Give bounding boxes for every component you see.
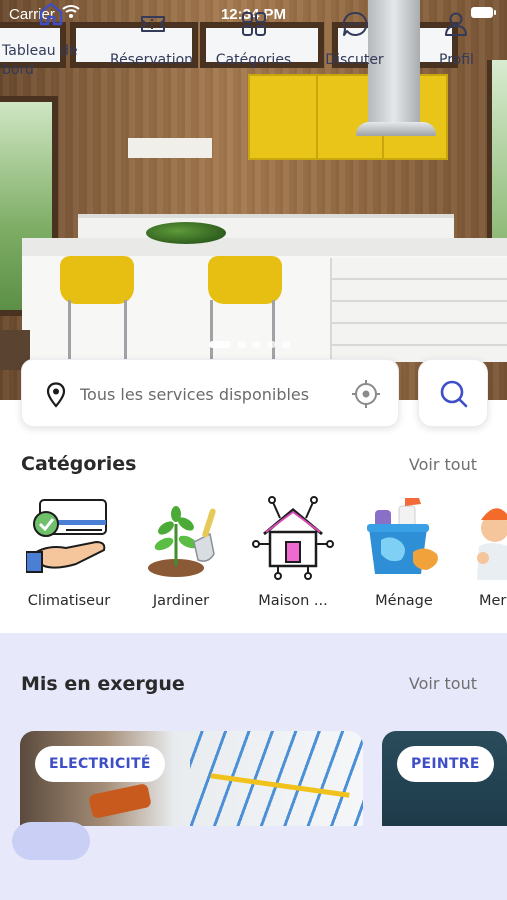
search-icon	[440, 380, 468, 408]
category-label: Climatiseur	[27, 593, 111, 609]
nav-categories[interactable]: Catégories	[203, 0, 304, 74]
stool-leg	[272, 300, 275, 360]
wall-shelf	[128, 138, 212, 158]
carousel-dot[interactable]	[252, 341, 261, 348]
gardening-icon	[138, 494, 224, 580]
nav-profile[interactable]: Profil	[406, 0, 507, 74]
stool-leg	[68, 300, 71, 360]
user-icon	[445, 12, 467, 36]
category-jardiner[interactable]: Jardiner	[126, 494, 236, 609]
category-label: Jardiner	[152, 593, 210, 609]
air-conditioner-icon	[25, 494, 112, 580]
carousel-indicator[interactable]	[209, 341, 291, 348]
nav-label: Catégories	[215, 52, 292, 68]
location-pin-icon	[46, 382, 66, 408]
category-label: Mer	[479, 593, 507, 609]
cleaning-icon	[361, 494, 447, 580]
smart-home-icon	[250, 494, 336, 580]
category-menage[interactable]: Ménage	[349, 494, 459, 609]
search-button[interactable]	[418, 359, 488, 427]
carousel-dot[interactable]	[209, 341, 231, 348]
island-drawers	[330, 258, 507, 362]
bar-stool	[208, 256, 282, 304]
multimeter	[88, 783, 152, 819]
stool-leg	[210, 300, 213, 360]
categories-see-all-link[interactable]: Voir tout	[409, 455, 477, 474]
search-bar[interactable]	[21, 359, 399, 427]
chat-icon	[342, 11, 368, 36]
grid-icon	[242, 12, 266, 36]
category-maison[interactable]: Maison ...	[238, 494, 348, 609]
nav-dashboard[interactable]: Tableau de bord	[0, 0, 101, 78]
carousel-dot[interactable]	[282, 341, 291, 348]
island-countertop	[22, 238, 507, 256]
plant-bowl	[146, 222, 226, 244]
range-hood-base	[356, 122, 436, 136]
nav-label: Tableau de bord	[2, 43, 78, 78]
categories-title: Catégories	[21, 453, 137, 475]
category-label: Ménage	[375, 593, 433, 609]
ticket-icon	[141, 16, 165, 32]
category-partial[interactable]: Mer	[461, 494, 507, 609]
handyman-icon	[461, 494, 507, 580]
garden-window	[487, 60, 507, 260]
nav-label: Réservation	[109, 52, 194, 68]
nav-label: Profil	[439, 52, 474, 68]
category-label: Maison ...	[258, 593, 328, 609]
active-tab-indicator	[12, 822, 90, 860]
featured-see-all-link[interactable]: Voir tout	[409, 674, 477, 693]
carousel-dot[interactable]	[237, 341, 246, 348]
search-input[interactable]	[80, 378, 344, 410]
stool-leg	[124, 300, 127, 360]
current-location-icon[interactable]	[351, 379, 381, 409]
nav-label: Discuter	[325, 52, 384, 68]
featured-title: Mis en exergue	[21, 673, 185, 695]
featured-tag: ELECTRICITÉ	[35, 746, 165, 782]
nav-chat[interactable]: Discuter	[304, 0, 405, 74]
home-icon	[39, 2, 63, 26]
bar-stool	[60, 256, 134, 304]
category-climatiseur[interactable]: Climatiseur	[14, 494, 124, 609]
featured-tag: PEINTRE	[397, 746, 494, 782]
nav-reservation[interactable]: Réservation	[101, 0, 202, 74]
carousel-dot[interactable]	[267, 341, 276, 348]
